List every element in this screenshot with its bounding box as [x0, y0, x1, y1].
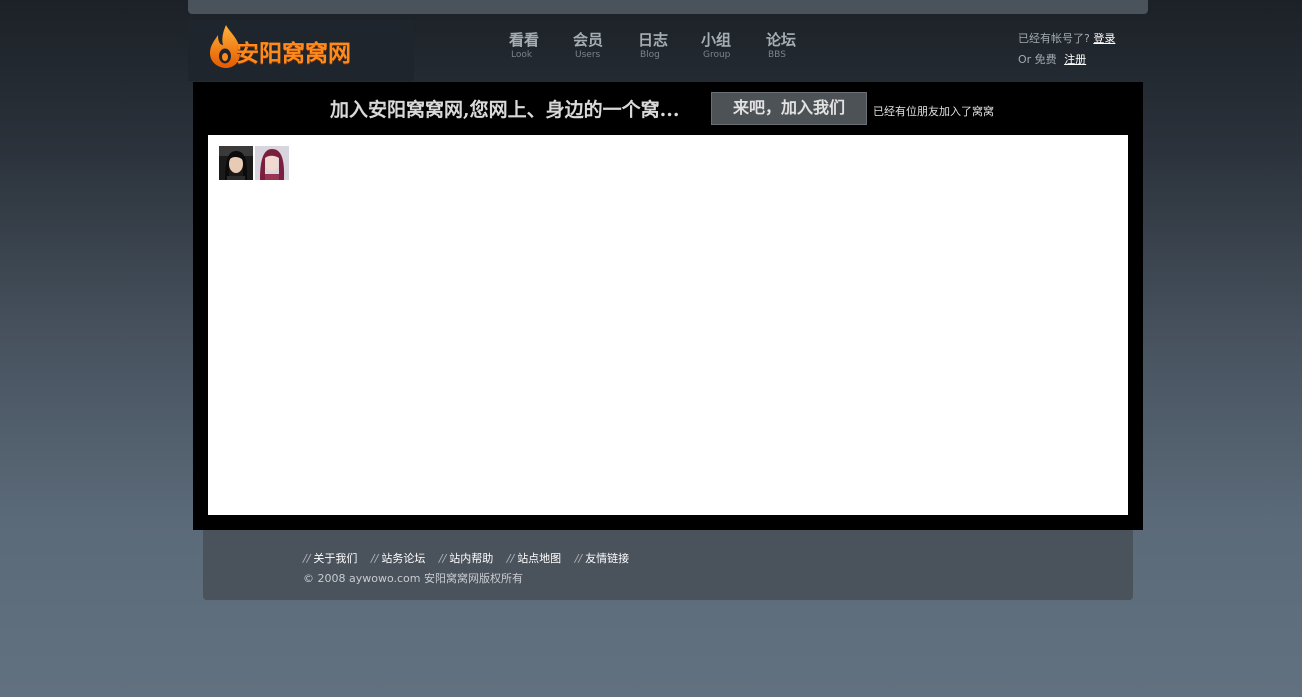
top-bar [188, 0, 1148, 14]
register-line: Or 免费 注册 [1018, 49, 1115, 70]
footer-links: //关于我们 //站务论坛 //站内帮助 //站点地图 //友情链接 [303, 550, 639, 566]
nav-item-label: 论坛 [766, 31, 797, 49]
login-prompt: 已经有帐号了? [1018, 32, 1090, 45]
footer-link-sitemap[interactable]: 站点地图 [517, 552, 561, 565]
footer-link-friends[interactable]: 友情链接 [585, 552, 629, 565]
slash-icon: // [370, 552, 379, 565]
site-logo[interactable]: 安阳窝窝网 [188, 20, 414, 81]
register-link[interactable]: 注册 [1064, 53, 1086, 66]
nav-item-label: 小组 [701, 31, 732, 49]
slash-icon: // [303, 552, 311, 565]
nav-item-label: 会员 [573, 31, 604, 49]
account-box: 已经有帐号了? 登录 Or 免费 注册 [1018, 28, 1115, 70]
nav-item-sublabel: Users [575, 50, 601, 60]
footer-link-about[interactable]: 关于我们 [313, 552, 357, 565]
nav-item-group[interactable]: 小组 Group [701, 30, 731, 60]
join-button[interactable]: 来吧，加入我们 [711, 92, 867, 125]
join-panel: 加入安阳窝窝网,您网上、身边的一个窝... 来吧，加入我们 已经有位朋友加入了窝… [193, 82, 1143, 530]
footer-link-help[interactable]: 站内帮助 [449, 552, 493, 565]
slash-icon: // [438, 552, 447, 565]
copyright: © 2008 aywowo.com 安阳窝窝网版权所有 [303, 572, 523, 585]
register-prompt: Or 免费 [1018, 53, 1057, 66]
nav-item-label: 看看 [509, 31, 540, 49]
nav-item-sublabel: BBS [768, 50, 786, 60]
nav-item-blog[interactable]: 日志 Blog [638, 30, 668, 60]
nav-item-sublabel: Blog [640, 50, 660, 60]
nav-item-look[interactable]: 看看 Look [509, 30, 539, 60]
nav-item-label: 日志 [638, 31, 669, 49]
login-line: 已经有帐号了? 登录 [1018, 28, 1115, 49]
nav-item-users[interactable]: 会员 Users [573, 30, 603, 60]
joined-note: 已经有位朋友加入了窝窝 [873, 105, 994, 118]
site-name: 安阳窝窝网 [236, 41, 351, 67]
nav-item-bbs[interactable]: 论坛 BBS [766, 30, 796, 60]
slash-icon: // [506, 552, 515, 565]
login-link[interactable]: 登录 [1093, 32, 1115, 45]
avatar[interactable] [255, 146, 289, 180]
nav-item-sublabel: Group [703, 50, 731, 60]
join-headline: 加入安阳窝窝网,您网上、身边的一个窝... [330, 99, 680, 121]
nav-item-sublabel: Look [511, 50, 533, 60]
footer: //关于我们 //站务论坛 //站内帮助 //站点地图 //友情链接 © 200… [203, 530, 1133, 600]
member-avatars [208, 135, 1128, 515]
footer-link-forum[interactable]: 站务论坛 [381, 552, 425, 565]
avatar[interactable] [219, 146, 253, 180]
slash-icon: // [574, 552, 583, 565]
